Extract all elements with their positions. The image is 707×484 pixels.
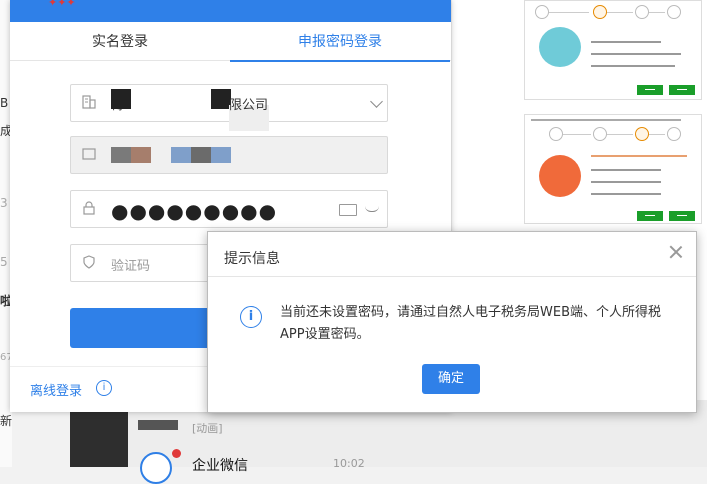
- chevron-down-icon[interactable]: [370, 95, 383, 108]
- shield-icon: [83, 255, 95, 269]
- step-circle: [549, 127, 563, 141]
- dialog-title: 提示信息: [224, 251, 280, 267]
- step-circle: [635, 127, 649, 141]
- info-icon: i: [240, 306, 262, 328]
- redaction-block: [131, 147, 151, 163]
- tab-real-name-login[interactable]: 实名登录: [10, 24, 230, 60]
- keyboard-icon[interactable]: [339, 204, 357, 216]
- step-line: [649, 12, 665, 13]
- step-circle: [535, 5, 549, 19]
- tab-password-login[interactable]: 申报密码登录: [230, 24, 450, 62]
- redaction-block: [171, 147, 191, 163]
- illustration-icon: [539, 155, 581, 197]
- next-button-thumb: [669, 85, 695, 95]
- text-line: [591, 53, 681, 55]
- offline-login-link[interactable]: 离线登录: [30, 380, 82, 399]
- bg-char: 新: [0, 414, 13, 428]
- prev-button-thumb: [637, 85, 663, 95]
- close-icon[interactable]: [668, 244, 684, 260]
- text-line: [591, 193, 661, 195]
- login-tabs: 实名登录 申报密码登录: [10, 24, 451, 62]
- text-line: [591, 169, 661, 171]
- text-line: [591, 155, 687, 157]
- illustration-icon: [539, 27, 581, 67]
- redaction-block: [211, 147, 231, 163]
- step-circle: [667, 127, 681, 141]
- dialog-divider: [208, 276, 696, 277]
- bg-char: 5: [0, 255, 8, 269]
- step-line: [607, 12, 633, 13]
- bg-char: 3: [0, 196, 8, 210]
- wechat-work-icon[interactable]: [140, 452, 172, 484]
- step-line: [549, 12, 589, 13]
- unread-badge: [172, 449, 181, 458]
- text-line: [591, 65, 675, 67]
- password-field[interactable]: ●●●●●●●●●: [70, 190, 388, 228]
- company-select[interactable]: 博 限公司: [70, 84, 388, 131]
- redaction-block: [191, 147, 211, 163]
- lock-icon: [83, 201, 95, 215]
- password-value: ●●●●●●●●●: [111, 199, 278, 223]
- info-icon[interactable]: i: [96, 380, 112, 396]
- id-card-icon: [82, 148, 96, 160]
- prev-button-thumb: [637, 211, 663, 221]
- text-line: [591, 181, 661, 183]
- redaction-block: [111, 89, 131, 109]
- prompt-dialog: 提示信息 i 当前还未设置密码，请通过自然人电子税务局WEB端、个人所得税APP…: [207, 231, 697, 413]
- confirm-button[interactable]: 确定: [422, 364, 480, 394]
- thumbnail-step2: [524, 0, 702, 100]
- step-circle: [593, 127, 607, 141]
- step-circle: [635, 5, 649, 19]
- redaction-block: [211, 89, 231, 109]
- text-line: [591, 41, 661, 43]
- thumbnail-step3: [524, 114, 702, 224]
- chat-preview-thumb: [138, 420, 178, 430]
- login-header: ✦✦✦: [10, 0, 451, 22]
- chat-name[interactable]: 企业微信: [192, 455, 248, 475]
- eye-closed-icon[interactable]: [365, 206, 379, 212]
- dialog-message: 当前还未设置密码，请通过自然人电子税务局WEB端、个人所得税APP设置密码。: [280, 305, 661, 342]
- text-line: [531, 119, 681, 121]
- step-line: [649, 134, 665, 135]
- bg-char: B: [0, 96, 9, 110]
- building-icon: [82, 95, 96, 109]
- step-circle: [593, 5, 607, 19]
- step-circle: [667, 5, 681, 19]
- tax-logo-icon: ✦✦✦: [48, 0, 76, 9]
- step-line: [563, 134, 591, 135]
- step-line: [607, 134, 633, 135]
- chat-preview-text: [动画]: [192, 422, 223, 435]
- redaction-block: [111, 147, 131, 163]
- company-name-suffix: 限公司: [229, 98, 269, 113]
- id-number-field[interactable]: [70, 136, 388, 174]
- captcha-placeholder: 验证码: [111, 259, 151, 274]
- next-button-thumb: [669, 211, 695, 221]
- chat-time: 10:02: [333, 457, 365, 470]
